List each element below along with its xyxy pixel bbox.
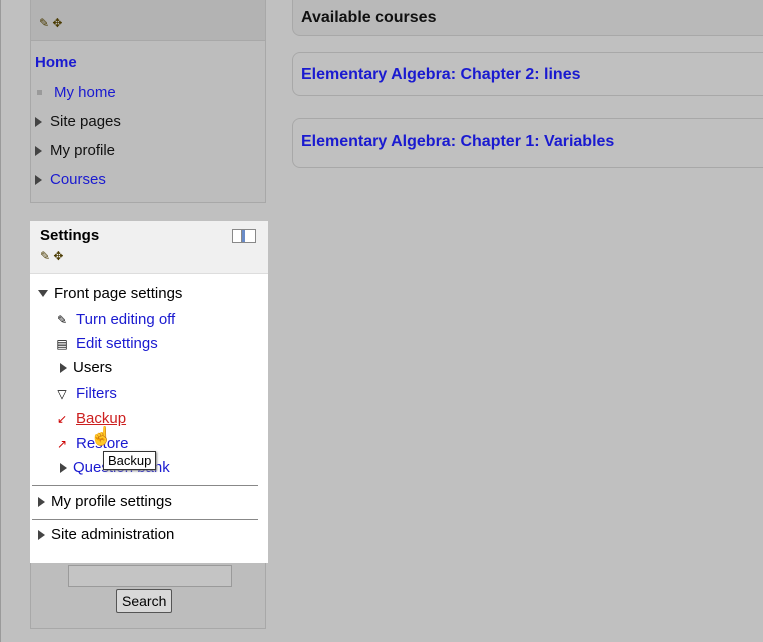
expand-arrow-icon[interactable] [38,529,45,540]
restore-icon: ↗ [56,436,68,451]
collapse-arrow-icon[interactable] [38,290,48,297]
available-courses-title: Available courses [301,9,437,26]
tooltip: Backup [103,451,157,470]
block-edit-icons[interactable]: ✎ ✥ [39,16,62,30]
search-button[interactable]: Search [116,589,173,613]
nav-item-courses[interactable]: Courses [35,171,106,188]
expand-arrow-icon[interactable] [35,116,42,127]
nav-item-my-home[interactable]: My home [35,84,116,101]
course-link[interactable]: Elementary Algebra: Chapter 2: lines [301,66,581,84]
settings-item-turn-editing-off[interactable]: ✎ Turn editing off [54,311,175,328]
nav-home-link[interactable]: Home [35,54,77,71]
settings-header: Settings ✎ ✥ [30,221,268,274]
page-left-edge [0,0,1,642]
pencil-icon: ✎ [56,312,68,327]
front-page-settings[interactable]: Front page settings [38,285,182,302]
my-profile-settings-label[interactable]: My profile settings [51,493,172,510]
expand-arrow-icon[interactable] [38,496,45,507]
course-link[interactable]: Elementary Algebra: Chapter 1: Variables [301,133,614,151]
settings-item-label[interactable]: Users [73,359,112,376]
settings-item-edit-settings[interactable]: ▤ Edit settings [54,335,158,352]
filter-icon: ▽ [57,386,67,401]
navigation-header: ✎ ✥ [31,0,265,41]
nav-item-my-profile[interactable]: My profile [35,142,115,159]
course-item[interactable]: Elementary Algebra: Chapter 2: lines [292,52,763,96]
document-icon: ▤ [56,336,68,351]
settings-item-backup[interactable]: ↙ Backup [54,410,126,427]
course-item[interactable]: Elementary Algebra: Chapter 1: Variables [292,118,763,168]
site-administration[interactable]: Site administration [38,526,174,543]
settings-item-label[interactable]: Backup [76,410,126,427]
divider [32,485,258,486]
my-profile-settings[interactable]: My profile settings [38,493,172,510]
settings-item-label[interactable]: Filters [76,385,117,402]
nav-item-label[interactable]: Courses [50,171,106,188]
site-administration-label[interactable]: Site administration [51,526,174,543]
nav-item-label[interactable]: Site pages [50,113,121,130]
nav-item-label[interactable]: My home [54,84,116,101]
front-page-settings-label[interactable]: Front page settings [54,285,182,302]
settings-title: Settings [40,227,100,244]
expand-arrow-icon[interactable] [60,462,67,473]
settings-item-filters[interactable]: ▽ Filters [54,385,117,402]
expand-arrow-icon[interactable] [35,145,42,156]
nav-item-site-pages[interactable]: Site pages [35,113,121,130]
nav-item-label[interactable]: My profile [50,142,115,159]
bullet-icon [37,90,42,95]
expand-arrow-icon[interactable] [60,362,67,373]
settings-item-label[interactable]: Turn editing off [76,311,175,328]
settings-item-label[interactable]: Edit settings [76,335,158,352]
expand-arrow-icon[interactable] [35,174,42,185]
search-input[interactable] [68,565,232,587]
settings-item-users[interactable]: Users [60,359,112,376]
settings-block: Settings ✎ ✥ Front page settings ✎ Turn … [30,221,268,563]
block-edit-icons[interactable]: ✎ ✥ [40,249,63,263]
search-block: Search [30,563,266,629]
divider [32,519,258,520]
available-courses-header: Available courses [292,0,763,36]
dock-block-icon[interactable] [232,229,256,243]
hand-cursor-icon: ☝ [90,426,113,446]
backup-icon: ↙ [56,411,68,426]
